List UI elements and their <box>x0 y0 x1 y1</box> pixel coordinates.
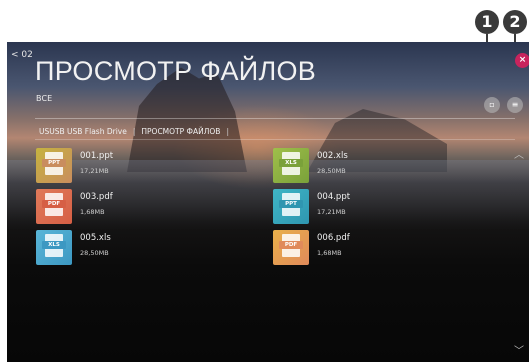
file-name: 006.pdf <box>317 233 350 243</box>
file-item[interactable]: PDF 003.pdf 1,68MB <box>36 189 226 225</box>
file-type-badge: PDF <box>42 200 66 208</box>
file-size: 17,21MB <box>317 208 346 216</box>
callout-badge-1: 1 <box>475 10 499 34</box>
file-name: 003.pdf <box>80 192 113 202</box>
file-type-badge: PDF <box>279 241 303 249</box>
file-size: 28,50MB <box>317 167 346 175</box>
file-name: 001.ppt <box>80 151 114 161</box>
filter-label[interactable]: ВСЕ <box>36 94 52 103</box>
file-thumbnail: PDF <box>36 189 72 224</box>
file-name: 002.xls <box>317 151 348 161</box>
close-button[interactable]: × <box>515 53 529 68</box>
callout-badge-2: 2 <box>503 10 527 34</box>
options-button[interactable]: ≡ <box>507 97 523 113</box>
tv-screen: < 02 ПРОСМОТР ФАЙЛОВ ВСЕ × ▫ ≡ USUSB USB… <box>7 42 529 362</box>
file-size: 17,21MB <box>80 167 109 175</box>
file-name: 004.ppt <box>317 192 351 202</box>
file-thumbnail: PPT <box>36 148 72 183</box>
file-thumbnail: PDF <box>273 230 309 265</box>
file-size: 28,50MB <box>80 249 109 257</box>
file-thumbnail: PPT <box>273 189 309 224</box>
file-item[interactable]: XLS 002.xls 28,50MB <box>273 148 463 184</box>
view-mode-icon: ▫ <box>489 100 495 109</box>
file-type-badge: XLS <box>279 159 303 167</box>
file-size: 1,68MB <box>317 249 342 257</box>
file-type-badge: PPT <box>42 159 66 167</box>
file-size: 1,68MB <box>80 208 105 216</box>
file-thumbnail: XLS <box>36 230 72 265</box>
divider <box>35 139 515 140</box>
scroll-down-icon[interactable]: ﹀ <box>514 342 524 357</box>
breadcrumb-separator: | <box>226 127 229 136</box>
breadcrumb-separator: | <box>132 127 136 136</box>
file-name: 005.xls <box>80 233 111 243</box>
file-item[interactable]: PPT 001.ppt 17,21MB <box>36 148 226 184</box>
file-item[interactable]: PDF 006.pdf 1,68MB <box>273 230 463 266</box>
divider <box>35 118 515 119</box>
breadcrumb-current[interactable]: ПРОСМОТР ФАЙЛОВ <box>141 127 220 136</box>
back-button[interactable]: < 02 <box>11 50 33 60</box>
view-mode-button[interactable]: ▫ <box>484 97 500 113</box>
scroll-up-icon[interactable]: ︿ <box>514 146 524 161</box>
close-icon: × <box>518 55 527 65</box>
file-thumbnail: XLS <box>273 148 309 183</box>
breadcrumb: USUSB USB Flash Drive | ПРОСМОТР ФАЙЛОВ | <box>39 127 235 136</box>
options-icon: ≡ <box>511 100 519 109</box>
manual-figure: 1 2 < 02 ПРОСМОТР ФАЙЛОВ ВСЕ × ▫ ≡ USUSB… <box>0 0 529 362</box>
file-type-badge: PPT <box>279 200 303 208</box>
file-item[interactable]: PPT 004.ppt 17,21MB <box>273 189 463 225</box>
file-item[interactable]: XLS 005.xls 28,50MB <box>36 230 226 266</box>
page-title: ПРОСМОТР ФАЙЛОВ <box>35 56 317 86</box>
file-type-badge: XLS <box>42 241 66 249</box>
breadcrumb-device[interactable]: USUSB USB Flash Drive <box>39 127 127 136</box>
